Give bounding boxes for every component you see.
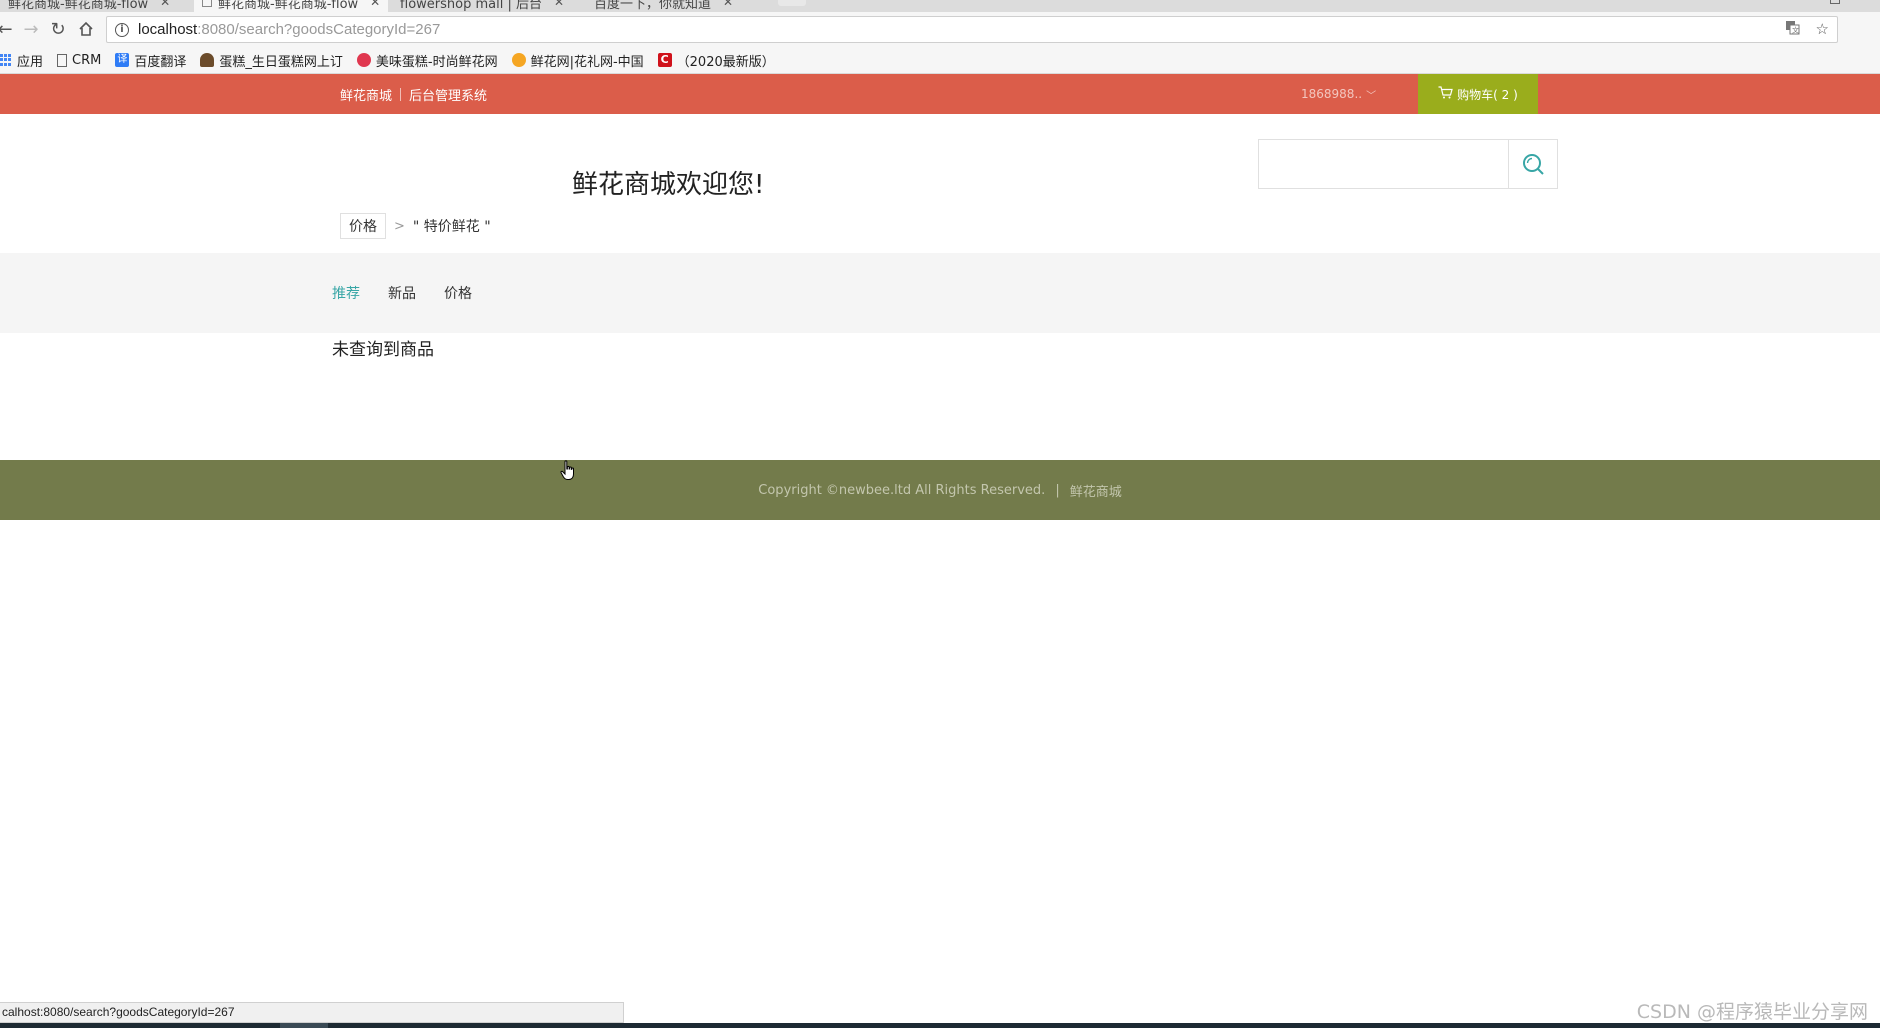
page-icon [202,0,212,7]
chevron-down-icon: ﹀ [1366,90,1377,102]
watermark: CSDN @程序猿毕业分享网 [1636,1001,1868,1023]
bookmark-apps[interactable]: 应用 [0,51,43,70]
bookmark-cake-shop[interactable]: 蛋糕_生日蛋糕网上订 [200,51,343,70]
cart-icon [1438,86,1453,102]
taskbar-item[interactable] [280,1023,328,1028]
bookmarks-bar: 应用 CRM 译 百度翻译 蛋糕_生日蛋糕网上订 美味蛋糕-时尚鲜花网 鲜花网|… [0,47,1880,74]
bookmark-baidu-translate[interactable]: 译 百度翻译 [115,51,186,70]
footer-brand-link[interactable]: 鲜花商城 [1070,481,1122,500]
close-tab-icon[interactable]: ✕ [370,0,380,9]
bookmark-flower-net[interactable]: 鲜花网|花礼网-中国 [511,51,644,70]
search-button[interactable] [1509,140,1557,188]
search-input[interactable] [1259,140,1509,188]
browser-status-url: calhost:8080/search?goodsCategoryId=267 [0,1002,624,1023]
tab-title: 鲜花商城-鲜花商城-flow [218,0,359,12]
url-text: localhost:8080/search?goodsCategoryId=26… [138,21,441,38]
tab-title: 鲜花商城-鲜花商城-flow [8,0,149,12]
forward-icon[interactable]: → [20,18,42,40]
os-taskbar [0,1023,1880,1028]
user-name: 1868988.. [1301,87,1363,101]
empty-result-message: 未查询到商品 [332,340,434,360]
info-icon[interactable]: i [115,22,129,37]
flower-icon [511,53,526,67]
bookmark-flower-cake[interactable]: 美味蛋糕-时尚鲜花网 [356,51,498,70]
site-topbar: 鲜花商城 后台管理系统 1868988.. ﹀ 购物车( 2 ) [0,74,1880,114]
browser-toolbar: ← → ↻ i localhost:8080/search?goodsCateg… [0,12,1880,47]
footer-separator: | [1055,482,1060,498]
copyright-text: Copyright ©newbee.ltd All Rights Reserve… [758,482,1046,498]
divider [400,87,402,101]
chevron-right-icon: > [394,218,405,234]
browser-tab-active[interactable]: 鲜花商城-鲜花商城-flow ✕ [194,0,389,12]
admin-link[interactable]: 后台管理系统 [409,85,487,104]
welcome-title: 鲜花商城欢迎您! [572,170,765,200]
sort-new[interactable]: 新品 [388,283,416,303]
search-icon [1523,154,1544,175]
close-tab-icon[interactable]: ✕ [554,0,564,9]
bookmark-star-icon[interactable]: ☆ [1816,20,1829,39]
window-restore-icon[interactable] [1830,0,1840,4]
tab-title: 百度一下，你就知道 [594,0,712,12]
sort-recommend[interactable]: 推荐 [332,283,360,303]
browser-tab[interactable]: flowershop mall | 后台 ✕ [392,0,572,12]
bookmark-crm[interactable]: CRM [57,53,101,68]
tab-title: flowershop mall | 后台 [400,0,542,12]
user-menu[interactable]: 1868988.. ﹀ [1301,74,1376,114]
c-icon: C [657,53,672,67]
hand-cursor-icon [560,460,574,480]
close-tab-icon[interactable]: ✕ [723,0,733,9]
sort-bar: 推荐 新品 价格 [0,253,1880,333]
browser-tabstrip: 鲜花商城-鲜花商城-flow ✕ 鲜花商城-鲜花商城-flow ✕ flowersh… [0,0,1880,12]
translate-icon[interactable]: 文 [1785,20,1800,39]
new-tab-button[interactable] [778,0,806,6]
address-bar[interactable]: i localhost:8080/search?goodsCategoryId=… [106,16,1838,43]
breadcrumb: 价格 > " 特价鲜花 " [340,213,491,239]
back-icon[interactable]: ← [0,18,16,40]
home-icon[interactable] [75,18,97,40]
sort-price[interactable]: 价格 [444,283,472,303]
home-link[interactable]: 鲜花商城 [340,85,392,104]
close-tab-icon[interactable]: ✕ [160,0,170,9]
site-footer: Copyright ©newbee.ltd All Rights Reserve… [0,460,1880,520]
bookmark-latest[interactable]: C （2020最新版） [657,51,775,70]
reload-icon[interactable]: ↻ [47,18,69,40]
browser-tab[interactable]: 鲜花商城-鲜花商城-flow ✕ [0,0,178,12]
search-box [1258,139,1558,189]
page-icon [57,53,68,67]
breadcrumb-tag[interactable]: 价格 [340,213,386,239]
cart-button[interactable]: 购物车( 2 ) [1418,74,1538,114]
flower-icon [356,53,371,67]
apps-icon [0,54,12,66]
cake-icon [200,53,215,67]
browser-tab[interactable]: 百度一下，你就知道 ✕ [586,0,741,12]
translate-icon: 译 [115,53,130,67]
svg-text:文: 文 [1792,26,1799,35]
cart-label: 购物车( 2 ) [1457,87,1518,102]
breadcrumb-current: " 特价鲜花 " [412,219,491,235]
